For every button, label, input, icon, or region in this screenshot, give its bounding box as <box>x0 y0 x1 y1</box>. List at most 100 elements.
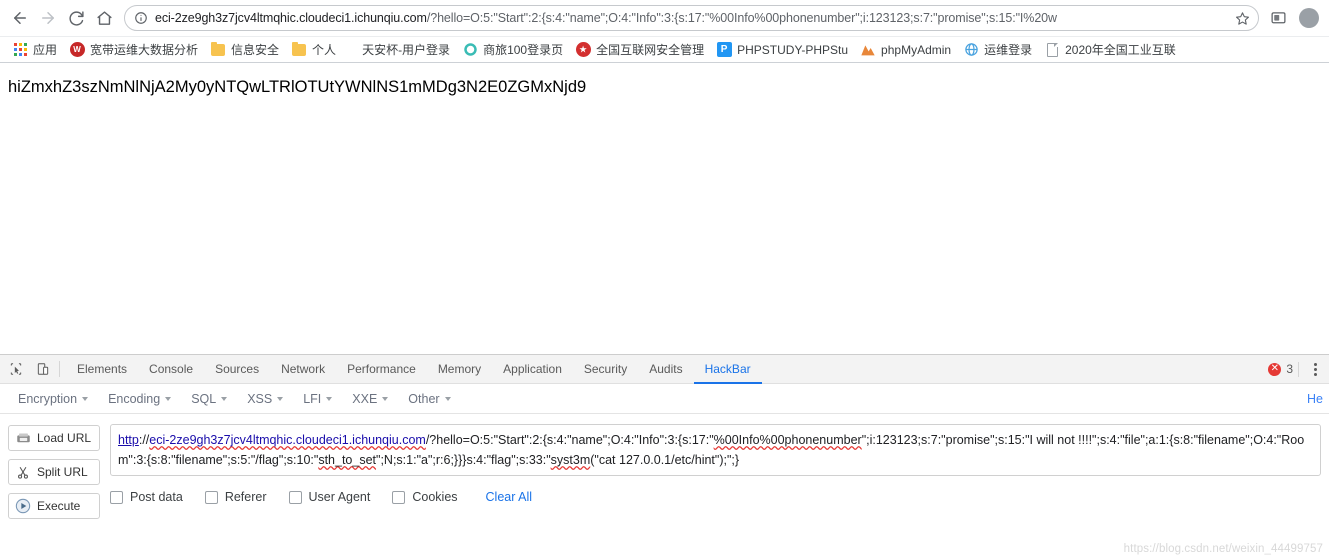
error-icon: ✕ <box>1268 362 1282 376</box>
bookmark-label: 商旅100登录页 <box>483 43 564 57</box>
menu-label: XSS <box>247 391 273 406</box>
bookmark-label: 应用 <box>33 43 58 57</box>
bookmark-item[interactable]: 2020年全国工业互联 <box>1038 39 1182 61</box>
divider <box>59 361 60 377</box>
apps-grid-icon <box>12 42 28 58</box>
checkbox-box[interactable] <box>110 490 123 504</box>
chevron-down-icon <box>221 396 228 401</box>
back-button[interactable] <box>6 4 34 32</box>
bookmark-label: 宽带运维大数据分析 <box>90 43 199 57</box>
url-textarea[interactable]: http://eci-2ze9gh3z7jcv4ltmqhic.cloudeci… <box>110 424 1321 476</box>
load-url-icon <box>15 430 31 446</box>
url-separator: :// <box>138 433 150 447</box>
help-link[interactable]: He <box>1307 392 1329 406</box>
menu-sql[interactable]: SQL <box>181 392 237 406</box>
menu-label: SQL <box>191 391 217 406</box>
chevron-down-icon <box>82 396 89 401</box>
checkbox-label: Cookies <box>412 490 458 504</box>
tab-audits[interactable]: Audits <box>638 355 693 384</box>
url-marked-1: %00Info%00phonenumber <box>713 433 862 447</box>
site-icon-red: W <box>69 42 85 58</box>
menu-encoding[interactable]: Encoding <box>98 392 181 406</box>
page-viewport: hiZmxhZ3szNmNlNjA2My0yNTQwLTRlOTUtYWNlNS… <box>0 63 1329 351</box>
checkbox-post-data[interactable]: Post data <box>110 490 183 504</box>
url-rest-4: ("cat 127.0.0.1/etc/hint");";} <box>590 453 740 467</box>
bookmark-folder-infosec[interactable]: 信息安全 <box>204 39 285 61</box>
checkbox-box[interactable] <box>288 490 302 504</box>
site-icon-teal <box>462 42 478 58</box>
menu-label: Other <box>408 391 440 406</box>
home-button[interactable] <box>90 4 118 32</box>
bookmark-item[interactable]: 天安杯-用户登录 <box>356 39 456 61</box>
bookmark-folder-personal[interactable]: 个人 <box>285 39 342 61</box>
url-marked-2: sth_to_set <box>318 453 377 467</box>
bookmark-item[interactable]: W 宽带运维大数据分析 <box>63 39 204 61</box>
chevron-down-icon <box>165 396 172 401</box>
button-label: Load URL <box>37 431 92 445</box>
divider <box>1298 361 1299 377</box>
hackbar-body: Load URL Split URL Execute http://eci-2z… <box>0 414 1329 559</box>
address-bar[interactable]: eci-2ze9gh3z7jcv4ltmqhic.cloudeci1.ichun… <box>124 5 1259 31</box>
tab-elements[interactable]: Elements <box>66 355 138 384</box>
error-count-badge[interactable]: ✕ 3 <box>1268 355 1307 383</box>
tab-sources[interactable]: Sources <box>204 355 270 384</box>
inspect-cursor-icon[interactable] <box>2 355 29 383</box>
url-host: eci-2ze9gh3z7jcv4ltmqhic.cloudeci1.ichun… <box>155 11 427 25</box>
url-scheme: http <box>118 433 139 447</box>
checkbox-label: User Agent <box>308 490 371 504</box>
checkbox-referer[interactable]: Referer <box>204 490 267 504</box>
checkbox-cookies[interactable]: Cookies <box>392 490 458 504</box>
menu-xss[interactable]: XSS <box>237 392 293 406</box>
device-toggle-icon[interactable] <box>29 355 56 383</box>
tab-hackbar[interactable]: HackBar <box>693 355 762 384</box>
tab-performance[interactable]: Performance <box>336 355 427 384</box>
hackbar-url-section: http://eci-2ze9gh3z7jcv4ltmqhic.cloudeci… <box>110 424 1321 559</box>
menu-encryption[interactable]: Encryption <box>8 392 98 406</box>
avatar[interactable] <box>1299 8 1319 28</box>
tab-network[interactable]: Network <box>270 355 336 384</box>
load-url-button[interactable]: Load URL <box>8 425 100 451</box>
doc-icon <box>1044 42 1060 58</box>
checkbox-box[interactable] <box>204 490 218 504</box>
scissors-icon <box>15 464 31 480</box>
bookmark-item[interactable]: 商旅100登录页 <box>456 39 569 61</box>
site-icon-pma <box>860 42 876 58</box>
execute-button[interactable]: Execute <box>8 493 100 519</box>
chevron-down-icon <box>382 396 389 401</box>
url-path: /?hello=O:5:"Start":2:{s:4:"name";O:4:"I… <box>426 11 1057 25</box>
bookmark-item[interactable]: P PHPSTUDY-PHPStu <box>710 39 854 61</box>
split-url-button[interactable]: Split URL <box>8 459 100 485</box>
chevron-down-icon <box>326 396 333 401</box>
tab-console[interactable]: Console <box>138 355 204 384</box>
devtools-panel: Elements Console Sources Network Perform… <box>0 354 1329 559</box>
bookmark-item[interactable]: ★ 全国互联网安全管理 <box>569 39 710 61</box>
bookmark-item[interactable]: phpMyAdmin <box>854 39 957 61</box>
hackbar-menubar: Encryption Encoding SQL XSS LFI XXE Othe… <box>0 384 1329 414</box>
menu-xxe[interactable]: XXE <box>342 392 398 406</box>
info-circle-icon[interactable] <box>134 11 148 25</box>
checkbox-user-agent[interactable]: User Agent <box>288 490 371 504</box>
bookmark-item[interactable]: 运维登录 <box>957 39 1038 61</box>
kebab-menu-icon[interactable] <box>1307 355 1329 383</box>
site-icon-emblem: ★ <box>575 42 591 58</box>
reload-button[interactable] <box>62 4 90 32</box>
tab-security[interactable]: Security <box>573 355 638 384</box>
forward-button[interactable] <box>34 4 62 32</box>
url-rest-3: ";N;s:1:"a";r:6;}}}s:4:"flag";s:33:" <box>376 453 551 467</box>
checkbox-label: Post data <box>130 490 183 504</box>
tab-application[interactable]: Application <box>492 355 573 384</box>
extension-icon[interactable] <box>1265 5 1291 31</box>
tab-memory[interactable]: Memory <box>427 355 492 384</box>
bookmark-apps[interactable]: 应用 <box>6 39 63 61</box>
chevron-down-icon <box>277 396 284 401</box>
bookmark-label: 全国互联网安全管理 <box>596 43 705 57</box>
checkbox-box[interactable] <box>392 490 406 504</box>
bookmark-label: phpMyAdmin <box>881 42 952 57</box>
clear-all-link[interactable]: Clear All <box>486 490 533 504</box>
menu-lfi[interactable]: LFI <box>293 392 342 406</box>
star-icon[interactable] <box>1235 11 1250 26</box>
menu-other[interactable]: Other <box>398 392 460 406</box>
hackbar-options-row: Post data Referer User Agent Cookies Cle… <box>110 476 1321 504</box>
checkbox-label: Referer <box>224 490 267 504</box>
